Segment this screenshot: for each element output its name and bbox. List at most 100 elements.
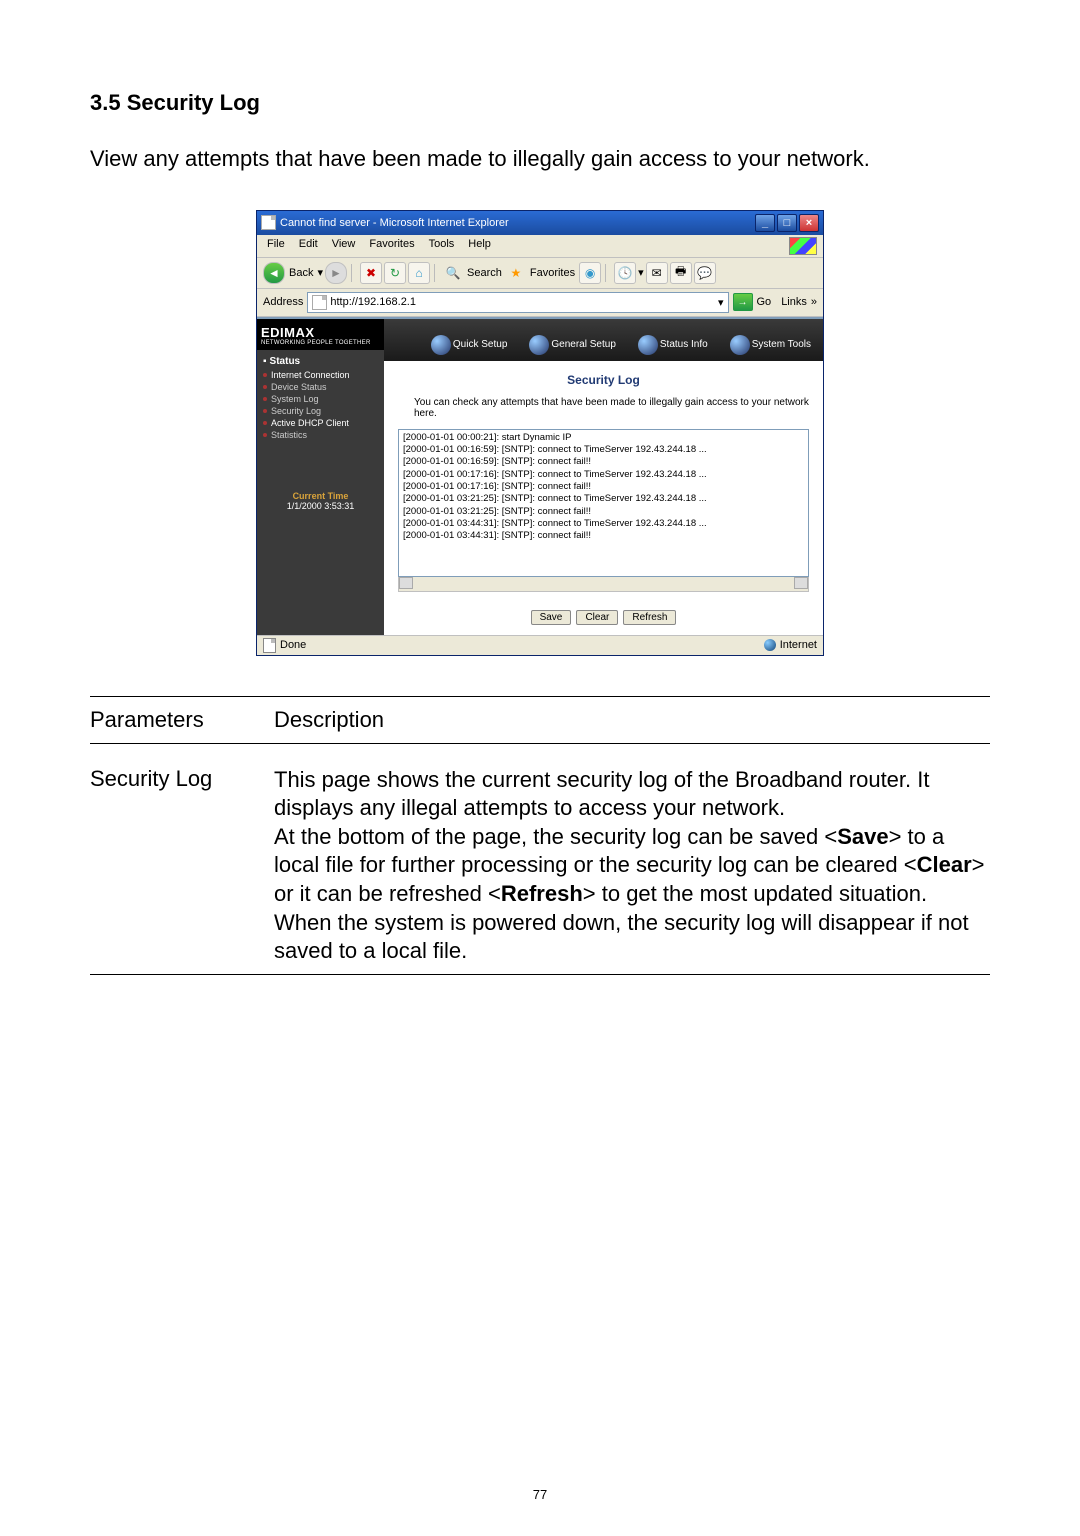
menu-help[interactable]: Help bbox=[464, 237, 495, 255]
brand-tagline: NETWORKING PEOPLE TOGETHER bbox=[261, 340, 380, 346]
mail-button[interactable]: ✉ bbox=[646, 262, 668, 284]
globe-icon bbox=[529, 335, 549, 355]
sidebar-item-system-log[interactable]: System Log bbox=[263, 393, 378, 405]
address-value: http://192.168.2.1 bbox=[330, 296, 416, 308]
go-label[interactable]: Go bbox=[757, 296, 772, 308]
sidebar-item-security-log[interactable]: Security Log bbox=[263, 405, 378, 417]
embedded-screenshot: Cannot find server - Microsoft Internet … bbox=[256, 210, 824, 656]
horizontal-scrollbar[interactable] bbox=[398, 577, 809, 592]
col-parameters: Parameters bbox=[90, 696, 274, 743]
window-title: Cannot find server - Microsoft Internet … bbox=[280, 217, 509, 229]
desc-text: This page shows the current security log… bbox=[274, 767, 929, 821]
menu-view[interactable]: View bbox=[328, 237, 360, 255]
panel-description: You can check any attempts that have bee… bbox=[414, 397, 809, 419]
refresh-button[interactable]: Refresh bbox=[623, 610, 676, 625]
log-line: [2000-01-01 03:44:31]: [SNTP]: connect t… bbox=[403, 518, 804, 530]
links-label[interactable]: Links bbox=[781, 296, 807, 308]
forward-button[interactable]: ► bbox=[325, 262, 347, 284]
menu-file[interactable]: File bbox=[263, 237, 289, 255]
ie-status-bar: Done Internet bbox=[257, 635, 823, 655]
favorites-icon[interactable]: ★ bbox=[506, 263, 526, 283]
page-content: EDIMAX NETWORKING PEOPLE TOGETHER ▪ Stat… bbox=[257, 317, 823, 635]
desc-clear-kw: Clear bbox=[917, 852, 972, 877]
clear-button[interactable]: Clear bbox=[576, 610, 618, 625]
page-number: 77 bbox=[0, 1487, 1080, 1502]
globe-icon bbox=[730, 335, 750, 355]
nav-general-setup[interactable]: General Setup bbox=[529, 335, 616, 361]
refresh-button[interactable]: ↻ bbox=[384, 262, 406, 284]
separator bbox=[351, 264, 356, 282]
desc-text: At the bottom of the page, the security … bbox=[274, 824, 837, 849]
sidebar-item-device-status[interactable]: Device Status bbox=[263, 381, 378, 393]
windows-flag-icon bbox=[789, 237, 817, 255]
app-main-panel: Quick Setup General Setup Status Info Sy… bbox=[384, 319, 823, 635]
favorites-label[interactable]: Favorites bbox=[528, 267, 577, 279]
status-zone: Internet bbox=[780, 639, 817, 651]
address-input[interactable]: http://192.168.2.1 ▾ bbox=[307, 292, 728, 313]
sidebar-item-internet-connection[interactable]: Internet Connection bbox=[263, 369, 378, 381]
menu-tools[interactable]: Tools bbox=[425, 237, 459, 255]
parameters-table: Parameters Description Security Log This… bbox=[90, 696, 990, 975]
log-line: [2000-01-01 00:17:16]: [SNTP]: connect t… bbox=[403, 469, 804, 481]
go-button[interactable]: → bbox=[733, 293, 753, 311]
discuss-button[interactable]: 💬 bbox=[694, 262, 716, 284]
nav-system-tools[interactable]: System Tools bbox=[730, 335, 811, 361]
param-name: Security Log bbox=[90, 743, 274, 974]
section-intro: View any attempts that have been made to… bbox=[90, 144, 990, 174]
log-line: [2000-01-01 00:17:16]: [SNTP]: connect f… bbox=[403, 481, 804, 493]
save-button[interactable]: Save bbox=[531, 610, 572, 625]
maximize-button[interactable]: □ bbox=[777, 214, 797, 232]
back-button[interactable]: ◄ bbox=[263, 262, 285, 284]
nav-status-info[interactable]: Status Info bbox=[638, 335, 708, 361]
button-row: Save Clear Refresh bbox=[398, 610, 809, 625]
stop-button[interactable]: ✖ bbox=[360, 262, 382, 284]
log-line: [2000-01-01 00:16:59]: [SNTP]: connect f… bbox=[403, 456, 804, 468]
back-label[interactable]: Back bbox=[287, 267, 315, 279]
print-button[interactable]: 🖶 bbox=[670, 262, 692, 284]
search-label[interactable]: Search bbox=[465, 267, 504, 279]
sidebar-item-active-dhcp-client[interactable]: Active DHCP Client bbox=[263, 417, 378, 429]
sidebar-item-statistics[interactable]: Statistics bbox=[263, 429, 378, 441]
param-description: This page shows the current security log… bbox=[274, 743, 990, 974]
sidebar-list: Internet Connection Device Status System… bbox=[263, 369, 378, 441]
close-button[interactable]: × bbox=[799, 214, 819, 232]
history-button[interactable]: 🕓 bbox=[614, 262, 636, 284]
search-icon[interactable]: 🔍 bbox=[443, 263, 463, 283]
desc-refresh-kw: Refresh bbox=[501, 881, 583, 906]
log-line: [2000-01-01 03:44:31]: [SNTP]: connect f… bbox=[403, 530, 804, 542]
current-time-value: 1/1/2000 3:53:31 bbox=[263, 501, 378, 511]
app-top-nav: Quick Setup General Setup Status Info Sy… bbox=[384, 319, 823, 361]
security-log-textarea[interactable]: [2000-01-01 00:00:21]: start Dynamic IP … bbox=[398, 429, 809, 577]
toolbar: ◄ Back ▾ ► ✖ ↻ ⌂ 🔍 Search ★ Favorites ◉ … bbox=[257, 258, 823, 289]
brand-logo: EDIMAX NETWORKING PEOPLE TOGETHER bbox=[257, 319, 384, 350]
section-heading: 3.5 Security Log bbox=[90, 90, 990, 116]
window-title-bar: Cannot find server - Microsoft Internet … bbox=[257, 211, 823, 235]
log-line: [2000-01-01 03:21:25]: [SNTP]: connect t… bbox=[403, 493, 804, 505]
current-time-label: Current Time bbox=[263, 491, 378, 501]
log-line: [2000-01-01 03:21:25]: [SNTP]: connect f… bbox=[403, 506, 804, 518]
sidebar-section-status[interactable]: ▪ Status bbox=[263, 356, 378, 367]
media-button[interactable]: ◉ bbox=[579, 262, 601, 284]
menu-favorites[interactable]: Favorites bbox=[365, 237, 418, 255]
panel-title: Security Log bbox=[398, 373, 809, 387]
home-button[interactable]: ⌂ bbox=[408, 262, 430, 284]
separator bbox=[434, 264, 439, 282]
minimize-button[interactable]: _ bbox=[755, 214, 775, 232]
menu-edit[interactable]: Edit bbox=[295, 237, 322, 255]
nav-quick-setup[interactable]: Quick Setup bbox=[431, 335, 507, 361]
internet-zone-icon bbox=[764, 639, 776, 651]
desc-save-kw: Save bbox=[837, 824, 888, 849]
address-label: Address bbox=[263, 296, 303, 308]
globe-icon bbox=[431, 335, 451, 355]
window-controls: _ □ × bbox=[755, 214, 819, 232]
document-page: 3.5 Security Log View any attempts that … bbox=[0, 0, 1080, 1536]
document-icon bbox=[263, 638, 276, 653]
brand-name: EDIMAX bbox=[261, 325, 380, 340]
globe-icon bbox=[638, 335, 658, 355]
table-row: Security Log This page shows the current… bbox=[90, 743, 990, 974]
col-description: Description bbox=[274, 696, 990, 743]
app-sidebar: EDIMAX NETWORKING PEOPLE TOGETHER ▪ Stat… bbox=[257, 319, 384, 635]
page-icon bbox=[312, 295, 327, 310]
log-line: [2000-01-01 00:00:21]: start Dynamic IP bbox=[403, 432, 804, 444]
address-bar: Address http://192.168.2.1 ▾ → Go Links … bbox=[257, 289, 823, 317]
